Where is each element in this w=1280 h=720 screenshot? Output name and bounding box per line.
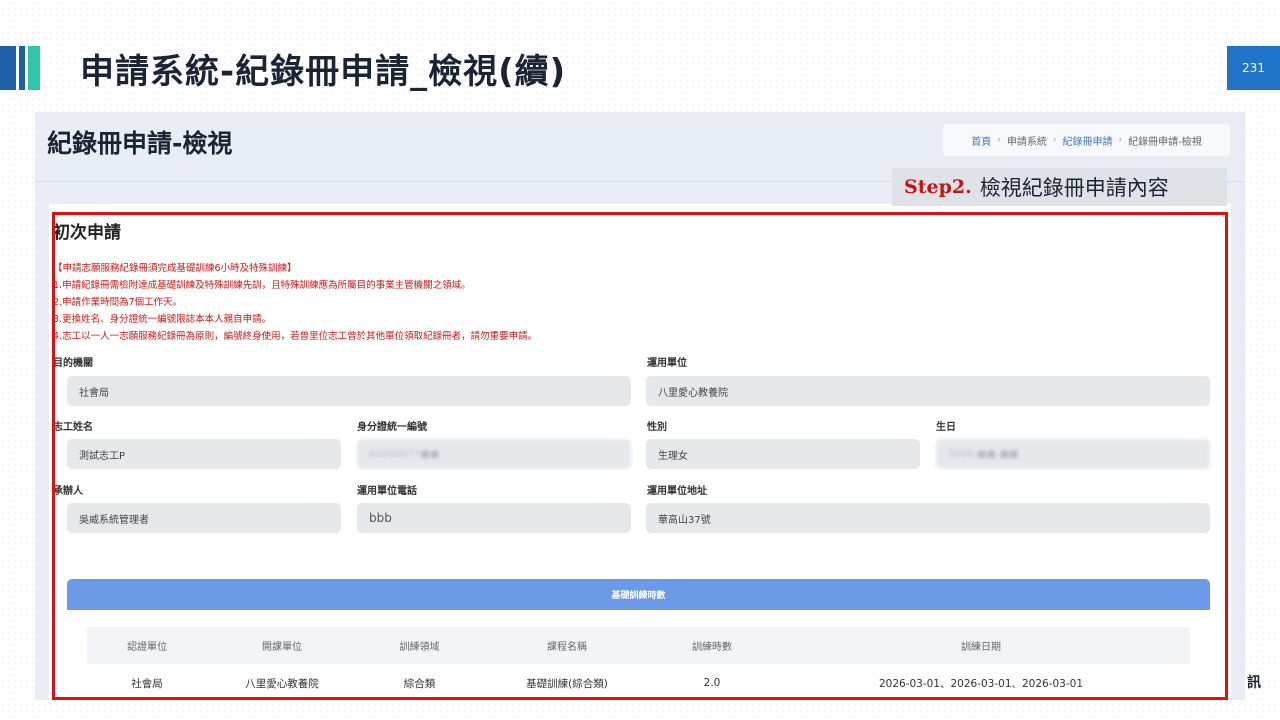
notice-line: 【申請志願服務紀錄冊須完成基礎訓練6小時及特殊訓練】 <box>53 263 297 274</box>
title-decoration <box>0 46 42 90</box>
breadcrumb-chevron-icon: › <box>997 135 1001 145</box>
volunteer-name-field: 測試志工P <box>67 439 341 469</box>
notice-line: 4.志工以一人一志願服務紀錄冊為原則，編號終身使用，若曾里位志工曾於其他單位領取… <box>53 331 538 342</box>
column-header: 開課單位 <box>262 642 302 653</box>
page-number-badge: 231 <box>1227 46 1280 90</box>
id-number-label: 身分證統一編號 <box>357 422 427 433</box>
column-header: 訓練時數 <box>692 642 732 653</box>
table-cell: 八里愛心教養院 <box>245 677 319 690</box>
table-cell: 基礎訓練(綜合類) <box>526 677 608 690</box>
breadcrumb-application-system: 申請系統 <box>1006 136 1047 148</box>
handler-field: 吳威系統管理者 <box>67 503 341 533</box>
logo-fragment: 訊 <box>1247 675 1261 691</box>
training-hours-section-header[interactable]: 基礎訓練時數 <box>67 579 1210 610</box>
breadcrumb-current: 紀錄冊申請-檢視 <box>1128 136 1202 148</box>
id-number-field: A2000077■■ <box>357 439 631 469</box>
breadcrumb-record-book-application[interactable]: 紀錄冊申請 <box>1063 133 1113 148</box>
breadcrumb-home[interactable]: 首頁 <box>971 133 991 148</box>
breadcrumb: 首頁 › 申請系統 › 紀錄冊申請 › 紀錄冊申請-檢視 <box>943 124 1230 156</box>
step-text: 檢視紀錄冊申請內容 <box>979 176 1169 200</box>
page-title: 紀錄冊申請-檢視 <box>47 129 233 158</box>
column-header: 課程名稱 <box>547 642 587 653</box>
breadcrumb-chevron-icon: › <box>1118 135 1123 145</box>
notice-line: 1.申請紀錄冊需檢附達成基礎訓練及特殊訓練先訓，且特殊訓練應為所屬目的事業主管機… <box>53 280 471 291</box>
volunteer-name-label: 志工姓名 <box>53 422 93 433</box>
table-cell: 社會局 <box>131 677 163 690</box>
column-header: 訓練日期 <box>961 642 1001 653</box>
gender-field: 生理女 <box>646 439 920 469</box>
column-header: 訓練領域 <box>399 642 440 653</box>
employer-address-label: 運用單位地址 <box>647 486 707 497</box>
birthday-field: 2000-■■-■■ <box>936 439 1210 469</box>
notice-line: 3.更換姓名、身分證統一編號限誌本本人親自申請。 <box>53 314 272 325</box>
employer-phone-field: bbb <box>357 503 631 533</box>
table-cell: 綜合類 <box>403 677 436 690</box>
gender-label: 性別 <box>647 422 667 433</box>
breadcrumb-chevron-icon: › <box>1052 135 1057 145</box>
table-cell: 2026-03-01、2026-03-01、2026-03-01 <box>878 677 1084 690</box>
employer-address-field: 華高山37號 <box>646 503 1210 533</box>
birthday-label: 生日 <box>936 422 956 433</box>
app-screenshot: 紀錄冊申請-檢視 首頁 › 申請系統 › 紀錄冊申請 › 紀錄冊申請-檢視 初次… <box>35 112 1245 700</box>
target-agency-label: 目的機關 <box>53 358 93 369</box>
employer-label: 運用單位 <box>647 358 687 369</box>
table-row: 社會局 八里愛心教養院 綜合類 基礎訓練(綜合類) 2.0 2026-03-01… <box>87 668 1190 698</box>
employer-field: 八里愛心教養院 <box>646 376 1210 406</box>
slide-title: 申請系統-紀錄冊申請_檢視(續) <box>80 52 567 92</box>
target-agency-field: 社會局 <box>67 376 631 406</box>
application-notice: 【申請志願服務紀錄冊須完成基礎訓練6小時及特殊訓練】 1.申請紀錄冊需檢附達成基… <box>53 260 537 345</box>
employer-phone-label: 運用單位電話 <box>357 486 417 497</box>
table-cell: 2.0 <box>703 677 721 689</box>
step-number: Step2. <box>904 176 972 198</box>
card-heading: 初次申請 <box>53 223 121 243</box>
step-callout: Step2. 檢視紀錄冊申請內容 <box>892 168 1227 206</box>
column-header: 認證單位 <box>127 642 167 653</box>
handler-label: 承辦人 <box>53 486 83 497</box>
notice-line: 2.申請作業時間為7個工作天。 <box>53 297 183 308</box>
training-table-header: 認證單位 開課單位 訓練領域 課程名稱 訓練時數 訓練日期 <box>87 627 1190 664</box>
